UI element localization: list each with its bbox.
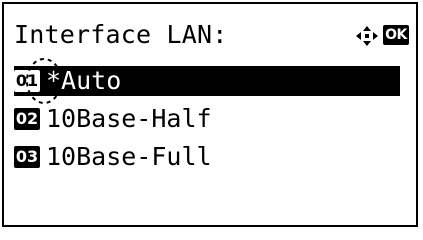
item-number-badge: 03 — [14, 146, 40, 168]
list-item-10base-full[interactable]: 03 10Base-Full — [14, 142, 400, 172]
list-item-10base-half[interactable]: 02 10Base-Half — [14, 104, 400, 134]
item-label: *Auto — [46, 66, 122, 95]
item-label: 10Base-Full — [46, 142, 212, 171]
ok-button[interactable]: OK — [383, 25, 409, 45]
lcd-screen: Interface LAN: OK 01 *Auto 02 10Base-Hal… — [2, 2, 418, 227]
item-label: 10Base-Half — [46, 104, 212, 133]
four-way-arrow-icon — [356, 26, 378, 46]
item-number-badge: 02 — [14, 108, 40, 130]
screen-title: Interface LAN: — [14, 20, 228, 49]
list-item-auto[interactable]: 01 *Auto — [14, 66, 400, 96]
selection-highlight: 01 *Auto — [14, 66, 400, 96]
title-row: Interface LAN: OK — [14, 20, 414, 50]
item-number-badge: 01 — [14, 70, 40, 92]
